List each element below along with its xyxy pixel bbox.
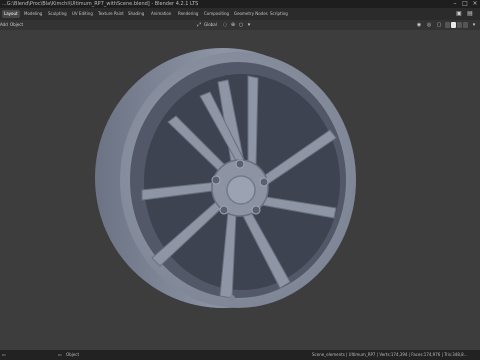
maximize-icon[interactable]: □: [460, 0, 470, 8]
tab-layout[interactable]: Layout: [2, 10, 20, 18]
xray-icon[interactable]: ▢: [435, 21, 443, 29]
close-icon[interactable]: ×: [470, 0, 480, 8]
transform-orientation-select[interactable]: Global: [204, 21, 217, 29]
tab-shading[interactable]: Shading: [126, 10, 146, 18]
status-mode-label: Object: [66, 352, 80, 357]
tab-modeling[interactable]: Modeling: [22, 10, 44, 18]
wheel-render: [95, 48, 356, 308]
mouse-left-icon: ▭: [2, 352, 6, 357]
status-bar: ▭ ▭ Object Scene_elements | Ultimum_RP7 …: [0, 350, 480, 360]
rendered-shading-icon[interactable]: [463, 22, 468, 28]
menu-add[interactable]: Add: [0, 21, 8, 29]
chevron-down-icon[interactable]: ▾: [246, 21, 252, 29]
tab-compositing[interactable]: Compositing: [202, 10, 231, 18]
mouse-right-icon: ▭: [58, 352, 62, 357]
wireframe-shading-icon[interactable]: [445, 22, 450, 28]
valve-stem: [229, 295, 235, 301]
tab-geometry-nodes[interactable]: Geometry Nodes: [232, 10, 270, 18]
solid-shading-icon[interactable]: [451, 22, 456, 28]
workspace-bar: Layout Modeling Sculpting UV Editing Tex…: [0, 8, 480, 20]
visibility-icon[interactable]: ◉: [415, 21, 423, 29]
scene-statistics: Scene_elements | Ultimum_RP7 | Verts:174…: [312, 352, 468, 357]
shading-options-chevron-icon[interactable]: ▾: [470, 21, 478, 29]
tab-rendering[interactable]: Rendering: [176, 10, 200, 18]
viewport-header: Add Object ⤢ Global ◌ ⊕ ○ ▾ ◉ ◎ ▢ ▾: [0, 20, 480, 30]
tab-sculpting[interactable]: Sculpting: [46, 10, 69, 18]
orientation-icon: ⤢: [196, 22, 201, 28]
tab-texture-paint[interactable]: Texture Paint: [96, 10, 126, 18]
minimize-icon[interactable]: –: [450, 0, 460, 8]
view-layer-icon[interactable]: ▤: [466, 10, 474, 18]
material-shading-icon[interactable]: [457, 22, 462, 28]
menu-object[interactable]: Object: [10, 21, 23, 29]
proportional-editing-icon[interactable]: ○: [238, 21, 244, 29]
3d-viewport[interactable]: [0, 30, 480, 350]
overlays-icon[interactable]: ◎: [425, 21, 433, 29]
pivot-point-icon[interactable]: ◌: [222, 21, 228, 29]
tab-scripting[interactable]: Scripting: [268, 10, 290, 18]
snap-icon[interactable]: ⊕: [230, 21, 236, 29]
title-bar: ...G:\Blend\Proc\Bla\Kimchi\Ultimum_RP7_…: [0, 0, 480, 8]
tab-uv-editing[interactable]: UV Editing: [70, 10, 95, 18]
scene-icon[interactable]: ▣: [455, 10, 463, 18]
window-title: ...G:\Blend\Proc\Bla\Kimchi\Ultimum_RP7_…: [2, 1, 199, 7]
wheel-center-bore: [226, 175, 256, 205]
tab-animation[interactable]: Animation: [149, 10, 173, 18]
